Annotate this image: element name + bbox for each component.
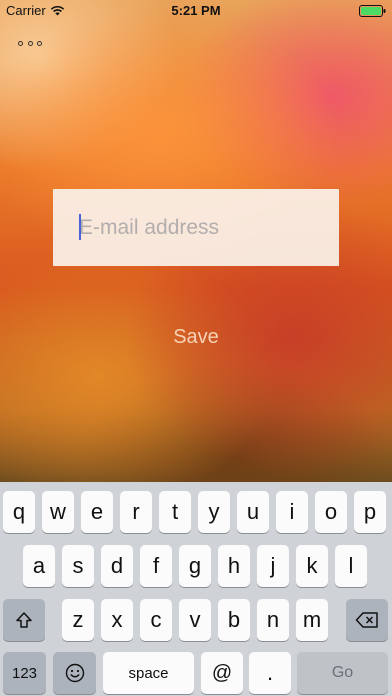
- key-h[interactable]: h: [218, 545, 250, 587]
- key-m[interactable]: m: [296, 599, 328, 641]
- menu-dot: [18, 40, 23, 46]
- emoji-icon: [65, 663, 84, 683]
- key-o[interactable]: o: [315, 491, 347, 533]
- key-x[interactable]: x: [101, 599, 133, 641]
- save-button[interactable]: Save: [146, 320, 246, 354]
- battery-icon: [359, 5, 386, 17]
- key-i[interactable]: i: [276, 491, 308, 533]
- at-key[interactable]: @: [201, 652, 243, 694]
- status-time: 5:21 PM: [171, 3, 221, 18]
- email-field-container[interactable]: [53, 189, 339, 266]
- key-l[interactable]: l: [335, 545, 367, 587]
- key-d[interactable]: d: [101, 545, 133, 587]
- key-z[interactable]: z: [62, 599, 94, 641]
- dot-key[interactable]: .: [249, 652, 291, 694]
- key-f[interactable]: f: [140, 545, 172, 587]
- menu-dot: [27, 40, 33, 46]
- key-y[interactable]: y: [198, 491, 230, 533]
- go-key[interactable]: Go: [297, 652, 388, 694]
- key-a[interactable]: a: [23, 545, 55, 587]
- shift-key[interactable]: [3, 599, 45, 641]
- shift-icon: [16, 612, 32, 628]
- key-w[interactable]: w: [42, 491, 74, 533]
- key-p[interactable]: p: [354, 491, 386, 533]
- space-key[interactable]: space: [103, 652, 194, 694]
- key-r[interactable]: r: [120, 491, 152, 533]
- key-c[interactable]: c: [140, 599, 172, 641]
- key-k[interactable]: k: [296, 545, 328, 587]
- email-field[interactable]: [53, 189, 339, 266]
- more-dots-icon[interactable]: [18, 36, 42, 50]
- menu-dot: [37, 40, 42, 46]
- keyboard: q w e r t y u i o p a s d f g h j k l z …: [0, 482, 392, 696]
- key-b[interactable]: b: [218, 599, 250, 641]
- screen: Carrier 5:21 PM Save q w e r t y u: [0, 0, 392, 696]
- key-e[interactable]: e: [81, 491, 113, 533]
- key-j[interactable]: j: [257, 545, 289, 587]
- key-g[interactable]: g: [179, 545, 211, 587]
- key-q[interactable]: q: [3, 491, 35, 533]
- key-t[interactable]: t: [159, 491, 191, 533]
- delete-key[interactable]: [346, 599, 388, 641]
- backspace-icon: [355, 612, 378, 628]
- key-u[interactable]: u: [237, 491, 269, 533]
- key-n[interactable]: n: [257, 599, 289, 641]
- numbers-key[interactable]: 123: [3, 652, 46, 694]
- emoji-key[interactable]: [53, 652, 96, 694]
- text-caret: [79, 214, 81, 240]
- key-s[interactable]: s: [62, 545, 94, 587]
- key-v[interactable]: v: [179, 599, 211, 641]
- status-bar: Carrier 5:21 PM: [0, 0, 392, 22]
